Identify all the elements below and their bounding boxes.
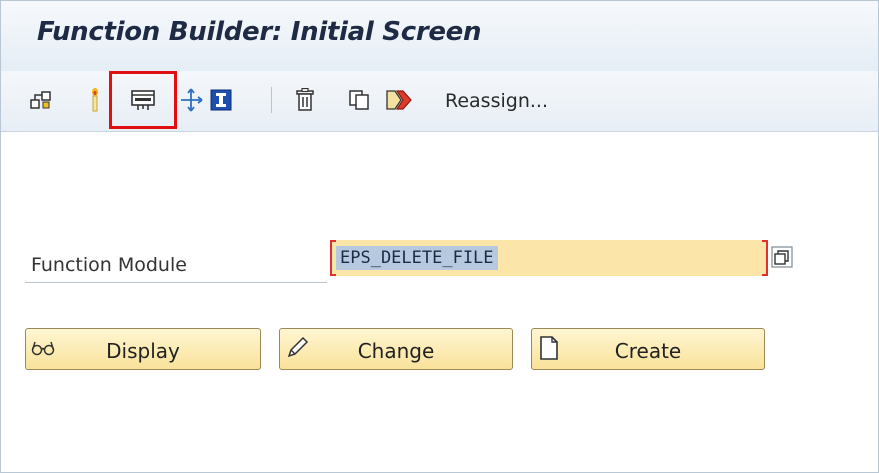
required-bracket-right [762, 240, 768, 276]
display-label: Display [106, 339, 180, 363]
where-used-icon[interactable] [27, 85, 55, 115]
reassign-button[interactable]: Reassign... [445, 90, 548, 112]
label-underline [25, 282, 327, 283]
function-module-label: Function Module [31, 254, 187, 276]
title-bar: Function Builder: Initial Screen [1, 1, 878, 72]
rename-icon[interactable] [385, 85, 413, 115]
info-icon[interactable] [207, 85, 235, 115]
value-help-icon[interactable] [771, 246, 793, 268]
page-title: Function Builder: Initial Screen [37, 17, 482, 47]
application-toolbar: Reassign... [1, 71, 878, 132]
copy-icon[interactable] [345, 85, 373, 115]
toolbar-separator [271, 87, 272, 113]
create-button[interactable]: Create [531, 328, 765, 370]
highlight-box [109, 71, 177, 129]
display-button[interactable]: Display [25, 328, 261, 370]
change-button[interactable]: Change [279, 328, 513, 370]
sap-window: Function Builder: Initial Screen Reassig… [0, 0, 879, 473]
change-label: Change [357, 339, 435, 363]
main-content: Function Module EPS_DELETE_FILE Display [1, 132, 878, 472]
create-label: Create [614, 339, 682, 363]
delete-icon[interactable] [291, 85, 319, 115]
other-object-icon[interactable] [177, 85, 205, 115]
function-module-input[interactable]: EPS_DELETE_FILE [330, 240, 768, 276]
lamp-icon[interactable] [81, 85, 109, 115]
function-module-value[interactable]: EPS_DELETE_FILE [336, 246, 498, 270]
